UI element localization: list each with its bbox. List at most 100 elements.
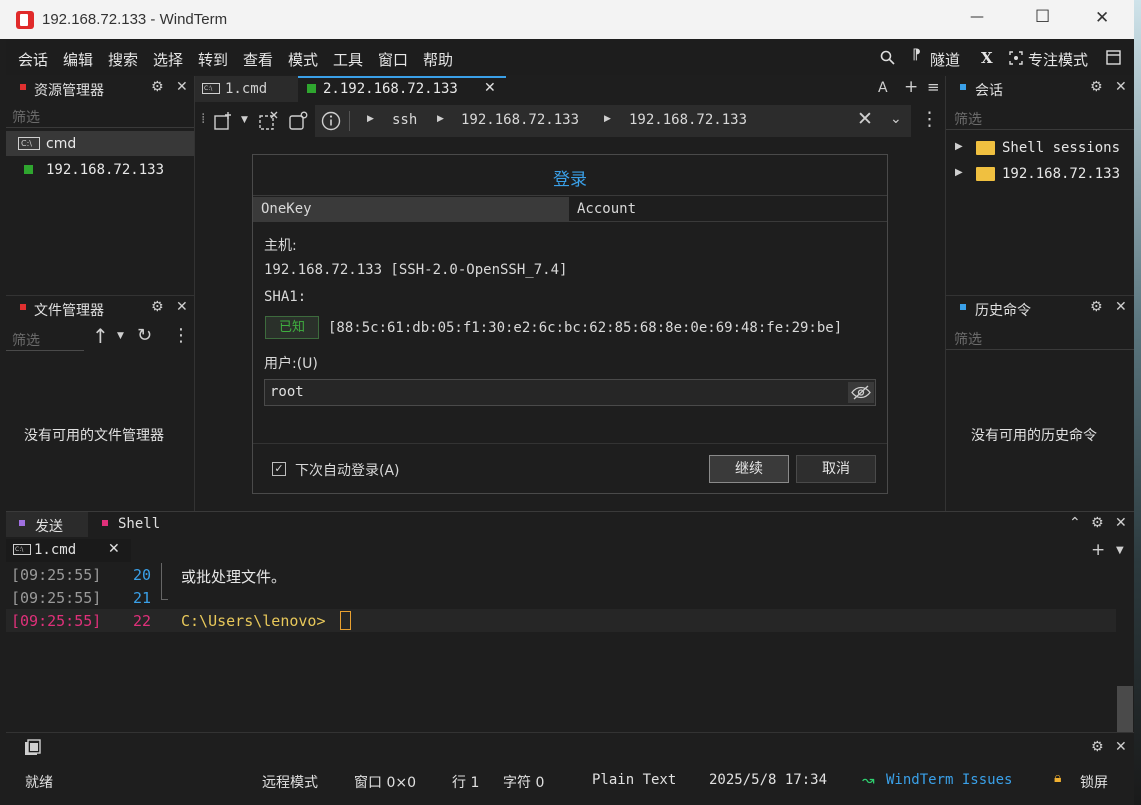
- more-icon[interactable]: ⋮: [920, 108, 939, 130]
- close-session-icon[interactable]: [259, 111, 279, 131]
- drag-handle-icon[interactable]: ⁞: [201, 111, 205, 127]
- close-icon[interactable]: ✕: [176, 299, 188, 315]
- gear-icon[interactable]: ⚙: [1090, 79, 1103, 95]
- tab-marker-icon: [19, 520, 25, 526]
- more-icon[interactable]: ⋮: [172, 325, 190, 346]
- gear-icon[interactable]: ⚙: [1090, 299, 1103, 315]
- chevron-down-icon[interactable]: ▼: [1116, 545, 1124, 556]
- close-icon[interactable]: ✕: [1115, 515, 1127, 531]
- tunnel-icon[interactable]: ⁋: [912, 47, 921, 63]
- menu-item-edit[interactable]: 编辑: [63, 49, 93, 70]
- chevron-right-icon[interactable]: ▶: [955, 141, 963, 152]
- resource-filter-input[interactable]: 筛选: [12, 107, 40, 127]
- tab-close-icon[interactable]: ✕: [484, 80, 496, 96]
- file-filter-input[interactable]: 筛选: [12, 330, 40, 350]
- gear-icon[interactable]: ⚙: [1091, 739, 1104, 755]
- gear-icon[interactable]: ⚙: [1091, 515, 1104, 531]
- tab-account[interactable]: Account: [569, 197, 887, 221]
- eye-hidden-icon[interactable]: [848, 382, 874, 403]
- x-button[interactable]: X: [981, 49, 993, 67]
- info-icon[interactable]: [321, 111, 341, 131]
- lock-icon[interactable]: 🔒︎: [1054, 770, 1061, 786]
- tree-item[interactable]: ▶ Shell sessions: [946, 137, 1134, 161]
- focus-mode-icon[interactable]: [1009, 51, 1023, 65]
- status-remote-mode[interactable]: 远程模式: [262, 772, 318, 792]
- add-terminal-button[interactable]: +: [1091, 540, 1105, 560]
- session-panel-title: 会话: [975, 83, 1003, 99]
- status-chars[interactable]: 字符 0: [503, 772, 544, 792]
- history-filter-input[interactable]: 筛选: [954, 329, 982, 349]
- chevron-up-icon[interactable]: ⌃: [1069, 515, 1081, 531]
- breadcrumb-item[interactable]: 192.168.72.133: [629, 112, 747, 128]
- chevron-down-icon[interactable]: ▼: [117, 331, 124, 341]
- search-icon[interactable]: [880, 50, 895, 65]
- tab-close-icon[interactable]: ✕: [108, 541, 120, 557]
- lock-screen-button[interactable]: 锁屏: [1080, 772, 1108, 792]
- close-icon[interactable]: ✕: [1115, 739, 1127, 755]
- menu-item-view[interactable]: 查看: [243, 49, 273, 70]
- layout-icon[interactable]: [1106, 50, 1121, 65]
- gear-icon[interactable]: ⚙: [151, 299, 164, 315]
- auto-login-label[interactable]: 下次自动登录(A): [295, 460, 400, 480]
- panel-marker-icon: [20, 304, 26, 310]
- tree-item[interactable]: ▶ 192.168.72.133: [946, 163, 1134, 187]
- arrow-up-icon[interactable]: ↑: [92, 324, 109, 348]
- chevron-right-icon[interactable]: ▶: [955, 167, 963, 178]
- menu-item-session[interactable]: 会话: [18, 49, 48, 70]
- auto-login-checkbox[interactable]: ✓: [272, 462, 286, 476]
- maximize-button[interactable]: ☐: [1035, 7, 1050, 27]
- close-button[interactable]: ✕: [1095, 8, 1109, 28]
- tab-menu-button[interactable]: ≡: [927, 78, 940, 96]
- terminal-output[interactable]: [09:25:55] 20 或批处理文件。 [09:25:55] 21 [09:…: [6, 563, 1116, 683]
- reconnect-icon[interactable]: [289, 111, 309, 131]
- chevron-down-icon[interactable]: ⌄: [890, 111, 902, 127]
- font-button[interactable]: A: [878, 80, 888, 96]
- issues-link[interactable]: WindTerm Issues: [886, 772, 1012, 788]
- close-icon[interactable]: ✕: [1115, 79, 1127, 95]
- list-item[interactable]: 192.168.72.133: [6, 157, 194, 182]
- minimize-button[interactable]: —: [970, 9, 984, 25]
- line-number: 21: [133, 589, 152, 607]
- breadcrumb-item[interactable]: 192.168.72.133: [461, 112, 579, 128]
- continue-button[interactable]: 继续: [709, 455, 789, 483]
- tab-send[interactable]: 发送: [6, 512, 88, 537]
- menu-item-window[interactable]: 窗口: [378, 49, 408, 70]
- refresh-icon[interactable]: ↻: [137, 325, 152, 346]
- desktop-background: [1134, 0, 1141, 805]
- close-icon[interactable]: ✕: [1115, 299, 1127, 315]
- tab-onekey[interactable]: OneKey: [253, 197, 569, 221]
- username-field[interactable]: root: [264, 379, 876, 406]
- menu-item-help[interactable]: 帮助: [423, 49, 453, 70]
- menu-item-mode[interactable]: 模式: [288, 49, 318, 70]
- focus-mode-button[interactable]: 专注模式: [1028, 49, 1088, 70]
- session-filter-input[interactable]: 筛选: [954, 109, 982, 129]
- menu-item-tools[interactable]: 工具: [333, 49, 363, 70]
- breadcrumb-arrow-icon: ▶: [604, 114, 611, 124]
- breadcrumb-item[interactable]: ssh: [392, 112, 417, 128]
- clear-address-icon[interactable]: ✕: [857, 108, 873, 130]
- tab-bar: C:\ 1.cmd 2.192.168.72.133 ✕ A + ≡: [195, 76, 945, 102]
- cancel-button[interactable]: 取消: [796, 455, 876, 483]
- menu-item-search[interactable]: 搜索: [108, 49, 138, 70]
- terminal-tab[interactable]: C:\ 1.cmd ✕: [6, 539, 131, 562]
- status-encoding[interactable]: Plain Text: [592, 772, 676, 788]
- tab-2-session[interactable]: 2.192.168.72.133 ✕: [298, 76, 506, 102]
- resource-manager-panel: 资源管理器 ⚙ ✕ 筛选 C:\ cmd 192.168.72.133: [6, 76, 194, 294]
- gear-icon[interactable]: ⚙: [151, 79, 164, 95]
- menu-item-goto[interactable]: 转到: [198, 49, 228, 70]
- tunnel-button[interactable]: 隧道: [930, 49, 960, 70]
- menu-item-select[interactable]: 选择: [153, 49, 183, 70]
- status-window-size[interactable]: 窗口 0×0: [354, 772, 416, 792]
- add-tab-button[interactable]: +: [904, 77, 918, 97]
- new-session-icon[interactable]: [214, 111, 234, 131]
- file-manager-empty-text: 没有可用的文件管理器: [24, 428, 164, 444]
- tab-1-cmd[interactable]: C:\ 1.cmd: [195, 76, 298, 102]
- tab-shell[interactable]: Shell: [88, 512, 178, 537]
- address-bar[interactable]: ▶ ssh ▶ 192.168.72.133 ▶ 192.168.72.133 …: [315, 105, 911, 137]
- chevron-down-icon[interactable]: ▼: [241, 115, 248, 125]
- send-window-icon[interactable]: [24, 739, 42, 757]
- terminal-scrollbar[interactable]: [1117, 686, 1133, 732]
- list-item[interactable]: C:\ cmd: [6, 131, 194, 156]
- status-row[interactable]: 行 1: [452, 772, 479, 792]
- close-icon[interactable]: ✕: [176, 79, 188, 95]
